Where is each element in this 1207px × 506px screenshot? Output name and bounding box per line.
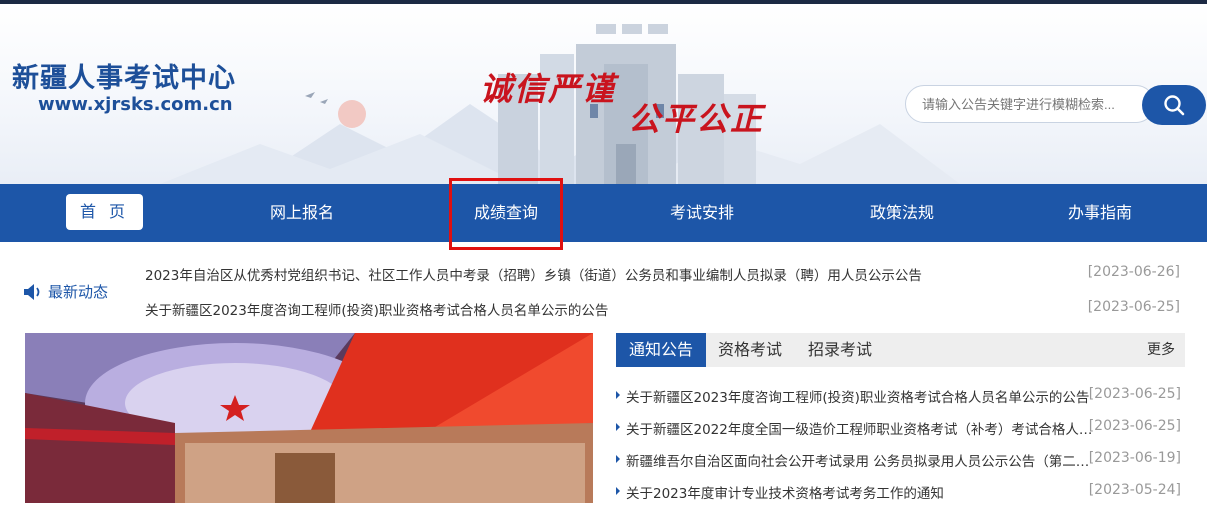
notice-title[interactable]: 关于2023年度审计专业技术资格考试考务工作的通知: [626, 482, 1094, 502]
search-box: [905, 85, 1206, 127]
bullet-icon: [616, 455, 620, 463]
latest-news-text: 最新动态: [48, 283, 109, 301]
notice-tabs: 通知公告 资格考试 招录考试 更多: [616, 333, 1185, 367]
nav-service-guide[interactable]: 办事指南: [1050, 184, 1150, 242]
tab-qualification-exams[interactable]: 资格考试: [710, 333, 790, 367]
slogan-integrity: 诚信严谨: [480, 70, 617, 108]
notice-row: 关于新疆区2022年度全国一级造价工程师职业资格考试（补考）考试合格人员名单公示…: [616, 414, 1185, 442]
notice-date: [2023-05-24]: [1088, 482, 1181, 498]
notice-date: [2023-06-25]: [1088, 418, 1181, 434]
news-item-1-date: [2023-06-26]: [1087, 264, 1180, 280]
notice-title[interactable]: 关于新疆区2023年度咨询工程师(投资)职业资格考试合格人员名单公示的公告: [626, 386, 1094, 406]
nav-online-registration[interactable]: 网上报名: [252, 184, 352, 242]
news-item-2-date: [2023-06-25]: [1087, 299, 1180, 315]
site-header: 新疆人事考试中心 www.xjrsks.com.cn 诚信严谨 公平公正: [0, 4, 1207, 184]
speaker-icon: [24, 283, 40, 300]
site-name: 新疆人事考试中心: [12, 63, 236, 94]
tab-recruitment-exams[interactable]: 招录考试: [800, 333, 880, 367]
notice-row: 关于新疆区2023年度咨询工程师(投资)职业资格考试合格人员名单公示的公告 [2…: [616, 382, 1185, 410]
more-link[interactable]: 更多: [1147, 333, 1175, 367]
notice-title[interactable]: 新疆维吾尔自治区面向社会公开考试录用 公务员拟录用人员公示公告（第二批）: [626, 450, 1094, 470]
bullet-icon: [616, 487, 620, 495]
auditorium-image: [25, 333, 593, 503]
notice-title[interactable]: 关于新疆区2022年度全国一级造价工程师职业资格考试（补考）考试合格人员名单公示…: [626, 418, 1094, 438]
news-item-2[interactable]: 关于新疆区2023年度咨询工程师(投资)职业资格考试合格人员名单公示的公告: [145, 299, 608, 319]
search-button[interactable]: [1142, 85, 1206, 125]
slogan-fairness: 公平公正: [628, 100, 765, 138]
bullet-icon: [616, 391, 620, 399]
nav-exam-schedule[interactable]: 考试安排: [652, 184, 752, 242]
news-item-1[interactable]: 2023年自治区从优秀村党组织书记、社区工作人员中考录（招聘）乡镇（街道）公务员…: [145, 264, 922, 284]
tab-announcements[interactable]: 通知公告: [616, 333, 706, 367]
main-nav: 首 页 网上报名 成绩查询 考试安排 政策法规 办事指南: [0, 184, 1207, 242]
site-url: www.xjrsks.com.cn: [38, 94, 233, 115]
nav-home[interactable]: 首 页: [66, 194, 143, 230]
bullet-icon: [616, 423, 620, 431]
notice-row: 关于2023年度审计专业技术资格考试考务工作的通知 [2023-05-24]: [616, 478, 1185, 506]
search-input[interactable]: [905, 85, 1155, 123]
featured-photo[interactable]: [25, 333, 593, 503]
nav-policies[interactable]: 政策法规: [852, 184, 952, 242]
notice-date: [2023-06-25]: [1088, 386, 1181, 402]
latest-news-label: 最新动态: [22, 281, 108, 302]
search-icon: [1164, 95, 1185, 116]
notice-date: [2023-06-19]: [1088, 450, 1181, 466]
nav-score-query[interactable]: 成绩查询: [456, 184, 556, 242]
notice-row: 新疆维吾尔自治区面向社会公开考试录用 公务员拟录用人员公示公告（第二批） [20…: [616, 446, 1185, 474]
